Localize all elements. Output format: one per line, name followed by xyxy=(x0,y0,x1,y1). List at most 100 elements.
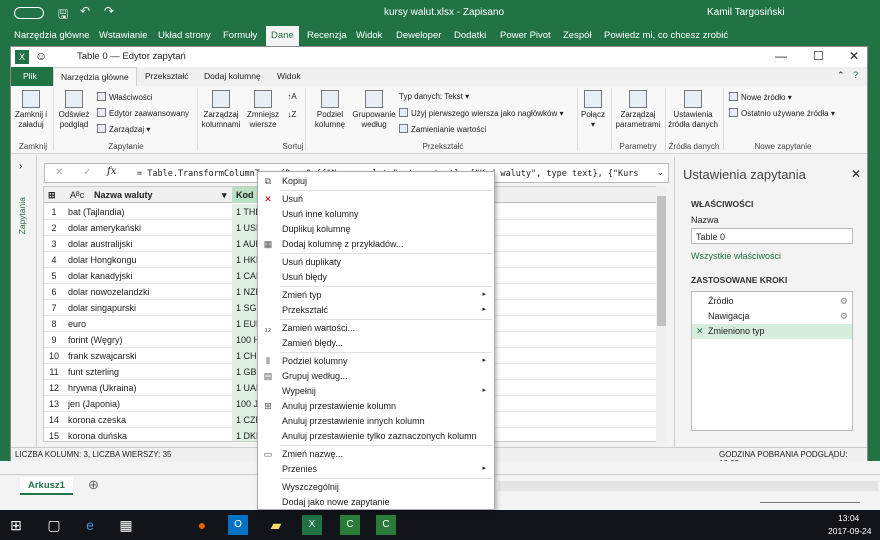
cell-currency-name[interactable]: funt szterling xyxy=(68,367,119,377)
autosave-toggle[interactable] xyxy=(14,7,44,19)
help-icon[interactable]: ? xyxy=(853,70,858,80)
cell-currency-name[interactable]: jen (Japonia) xyxy=(68,399,120,409)
close-settings-icon[interactable]: ✕ xyxy=(851,167,861,181)
cell-currency-name[interactable]: dolar amerykański xyxy=(68,223,141,233)
sort-desc-button[interactable]: ↓Z xyxy=(285,110,299,120)
menu-duplicate[interactable]: Duplikuj kolumnę xyxy=(258,222,494,237)
group-by-button[interactable]: Grupowanie według xyxy=(351,90,397,130)
first-row-headers-button[interactable]: Użyj pierwszego wiersza jako nagłówków ▾ xyxy=(399,108,564,118)
smiley-icon[interactable]: ☺ xyxy=(35,49,47,63)
replace-values-button[interactable]: Zamienianie wartości xyxy=(399,124,486,134)
start-icon[interactable]: ⊞ xyxy=(6,515,26,535)
sort-asc-button[interactable]: ↑A xyxy=(285,92,299,102)
undo-icon[interactable]: ↶ xyxy=(80,4,90,18)
step-navigation[interactable]: Nawigacja ⚙ xyxy=(692,309,852,324)
gear-icon[interactable]: ⚙ xyxy=(840,296,848,307)
menu-unpivot[interactable]: ⊞ Anuluj przestawienie kolumn xyxy=(258,399,494,414)
zoom-slider[interactable] xyxy=(760,502,860,503)
expand-queries-icon[interactable]: › xyxy=(19,161,22,172)
task-view-icon[interactable]: ▢ xyxy=(44,515,64,535)
cell-currency-name[interactable]: frank szwajcarski xyxy=(68,351,137,361)
maximize-icon[interactable]: ☐ xyxy=(813,49,824,63)
excel-taskbar-icon[interactable]: X xyxy=(302,515,322,535)
menu-move[interactable]: Przenieś ▸ xyxy=(258,462,494,477)
minimize-icon[interactable]: — xyxy=(775,49,787,63)
menu-add-from-examples[interactable]: ▦ Dodaj kolumnę z przykładów... xyxy=(258,237,494,252)
tab-team[interactable]: Zespół xyxy=(563,30,592,41)
menu-rename[interactable]: ▭ Zmień nazwę... xyxy=(258,447,494,462)
tab-file[interactable]: Plik xyxy=(11,67,53,86)
menu-fill[interactable]: Wypełnij ▸ xyxy=(258,384,494,399)
tab-review[interactable]: Recenzja xyxy=(307,30,347,41)
tab-addins[interactable]: Dodatki xyxy=(454,30,486,41)
function-icon[interactable]: fx xyxy=(107,166,116,177)
cell-currency-name[interactable]: hrywna (Ukraina) xyxy=(68,383,137,393)
tab-developer[interactable]: Deweloper xyxy=(396,30,441,41)
tab-home[interactable]: Narzędzia główne xyxy=(14,30,90,41)
confirm-formula-icon[interactable]: ✓ xyxy=(83,167,91,178)
notes-icon[interactable]: ▰ xyxy=(266,515,286,535)
camtasia-icon[interactable]: C xyxy=(340,515,360,535)
store-icon[interactable]: ▦ xyxy=(116,515,136,535)
cell-currency-name[interactable]: dolar australijski xyxy=(68,239,133,249)
close-icon[interactable]: ✕ xyxy=(849,49,859,63)
sheet-tab[interactable]: Arkusz1 xyxy=(20,477,73,495)
menu-add-as-query[interactable]: Dodaj jako nowe zapytanie xyxy=(258,495,494,510)
menu-remove-duplicates[interactable]: Usuń duplikaty xyxy=(258,255,494,270)
recent-sources-button[interactable]: Ostatnio używane źródła ▾ xyxy=(729,108,835,118)
step-changed-type[interactable]: ✕ Zmieniono typ xyxy=(692,324,852,339)
data-type-dropdown[interactable]: Typ danych: Tekst ▾ xyxy=(399,92,469,101)
properties-button[interactable]: Właściwości xyxy=(97,92,153,102)
tab-formulas[interactable]: Formuły xyxy=(223,30,257,41)
cell-currency-name[interactable]: forint (Węgry) xyxy=(68,335,123,345)
cell-currency-name[interactable]: korona czeska xyxy=(68,415,126,425)
cell-currency-name[interactable]: dolar singapurski xyxy=(68,303,136,313)
cell-currency-name[interactable]: korona duńska xyxy=(68,431,127,441)
cell-currency-name[interactable]: euro xyxy=(68,319,86,329)
advanced-editor-button[interactable]: Edytor zaawansowany xyxy=(97,108,189,118)
outlook-icon[interactable]: O xyxy=(228,515,248,535)
column-filter-icon[interactable]: ▾ xyxy=(222,190,227,201)
refresh-button[interactable]: Odśwież podgląd xyxy=(57,90,91,130)
reduce-rows-button[interactable]: Zmniejsz wiersze xyxy=(245,90,281,130)
tell-me-box[interactable]: Powiedz mi, co chcesz zrobić xyxy=(604,30,728,41)
tab-page-layout[interactable]: Układ strony xyxy=(158,30,211,41)
menu-drill-down[interactable]: Wyszczególnij xyxy=(258,480,494,495)
cancel-formula-icon[interactable]: ✕ xyxy=(55,167,63,178)
edge-icon[interactable]: e xyxy=(80,515,100,535)
tab-insert[interactable]: Wstawianie xyxy=(99,30,148,41)
tab-pq-view[interactable]: Widok xyxy=(277,71,301,81)
query-name-field[interactable]: Table 0 xyxy=(691,228,853,244)
split-column-button[interactable]: Podziel kolumnę xyxy=(311,90,349,130)
manage-parameters-button[interactable]: Zarządzaj parametrami xyxy=(613,90,663,130)
gear-icon[interactable]: ⚙ xyxy=(840,311,848,322)
menu-copy[interactable]: ⧉ Kopiuj xyxy=(258,174,494,189)
menu-remove-errors[interactable]: Usuń błędy xyxy=(258,270,494,285)
cell-currency-name[interactable]: dolar kanadyjski xyxy=(68,271,133,281)
close-load-button[interactable]: Zamknij i załaduj xyxy=(13,90,49,130)
tab-data[interactable]: Dane xyxy=(266,26,299,46)
camtasia-recorder-icon[interactable]: C xyxy=(376,515,396,535)
manage-columns-button[interactable]: Zarządzaj kolumnami xyxy=(201,90,241,130)
scroll-thumb[interactable] xyxy=(657,196,666,326)
delete-step-icon[interactable]: ✕ xyxy=(696,326,704,337)
menu-split-column[interactable]: ⫴ Podziel kolumny ▸ xyxy=(258,354,494,369)
sheet-horizontal-scrollbar[interactable] xyxy=(498,481,878,491)
menu-transform[interactable]: Przekształć ▸ xyxy=(258,303,494,318)
redo-icon[interactable]: ↷ xyxy=(104,4,114,18)
cell-currency-name[interactable]: bat (Tajlandia) xyxy=(68,207,125,217)
menu-change-type[interactable]: Zmień typ ▸ xyxy=(258,288,494,303)
save-icon[interactable]: 🖫 xyxy=(58,5,68,26)
add-sheet-icon[interactable]: ⊕ xyxy=(88,477,99,493)
expand-formula-icon[interactable]: ⌄ xyxy=(657,168,664,177)
cell-currency-name[interactable]: dolar nowozelandzki xyxy=(68,287,150,297)
text-type-icon[interactable]: Aᴮc xyxy=(70,190,84,200)
source-settings-button[interactable]: Ustawienia źródła danych xyxy=(667,90,719,130)
step-source[interactable]: Źródło ⚙ xyxy=(692,294,852,309)
menu-replace-values[interactable]: ₁₂ Zamień wartości... xyxy=(258,321,494,336)
menu-remove-other[interactable]: Usuń inne kolumny xyxy=(258,207,494,222)
firefox-icon[interactable]: ● xyxy=(192,515,212,535)
tab-power-pivot[interactable]: Power Pivot xyxy=(500,30,551,41)
menu-remove[interactable]: ✕ Usuń xyxy=(258,192,494,207)
ribbon-collapse-icon[interactable]: ⌃ xyxy=(837,70,845,81)
